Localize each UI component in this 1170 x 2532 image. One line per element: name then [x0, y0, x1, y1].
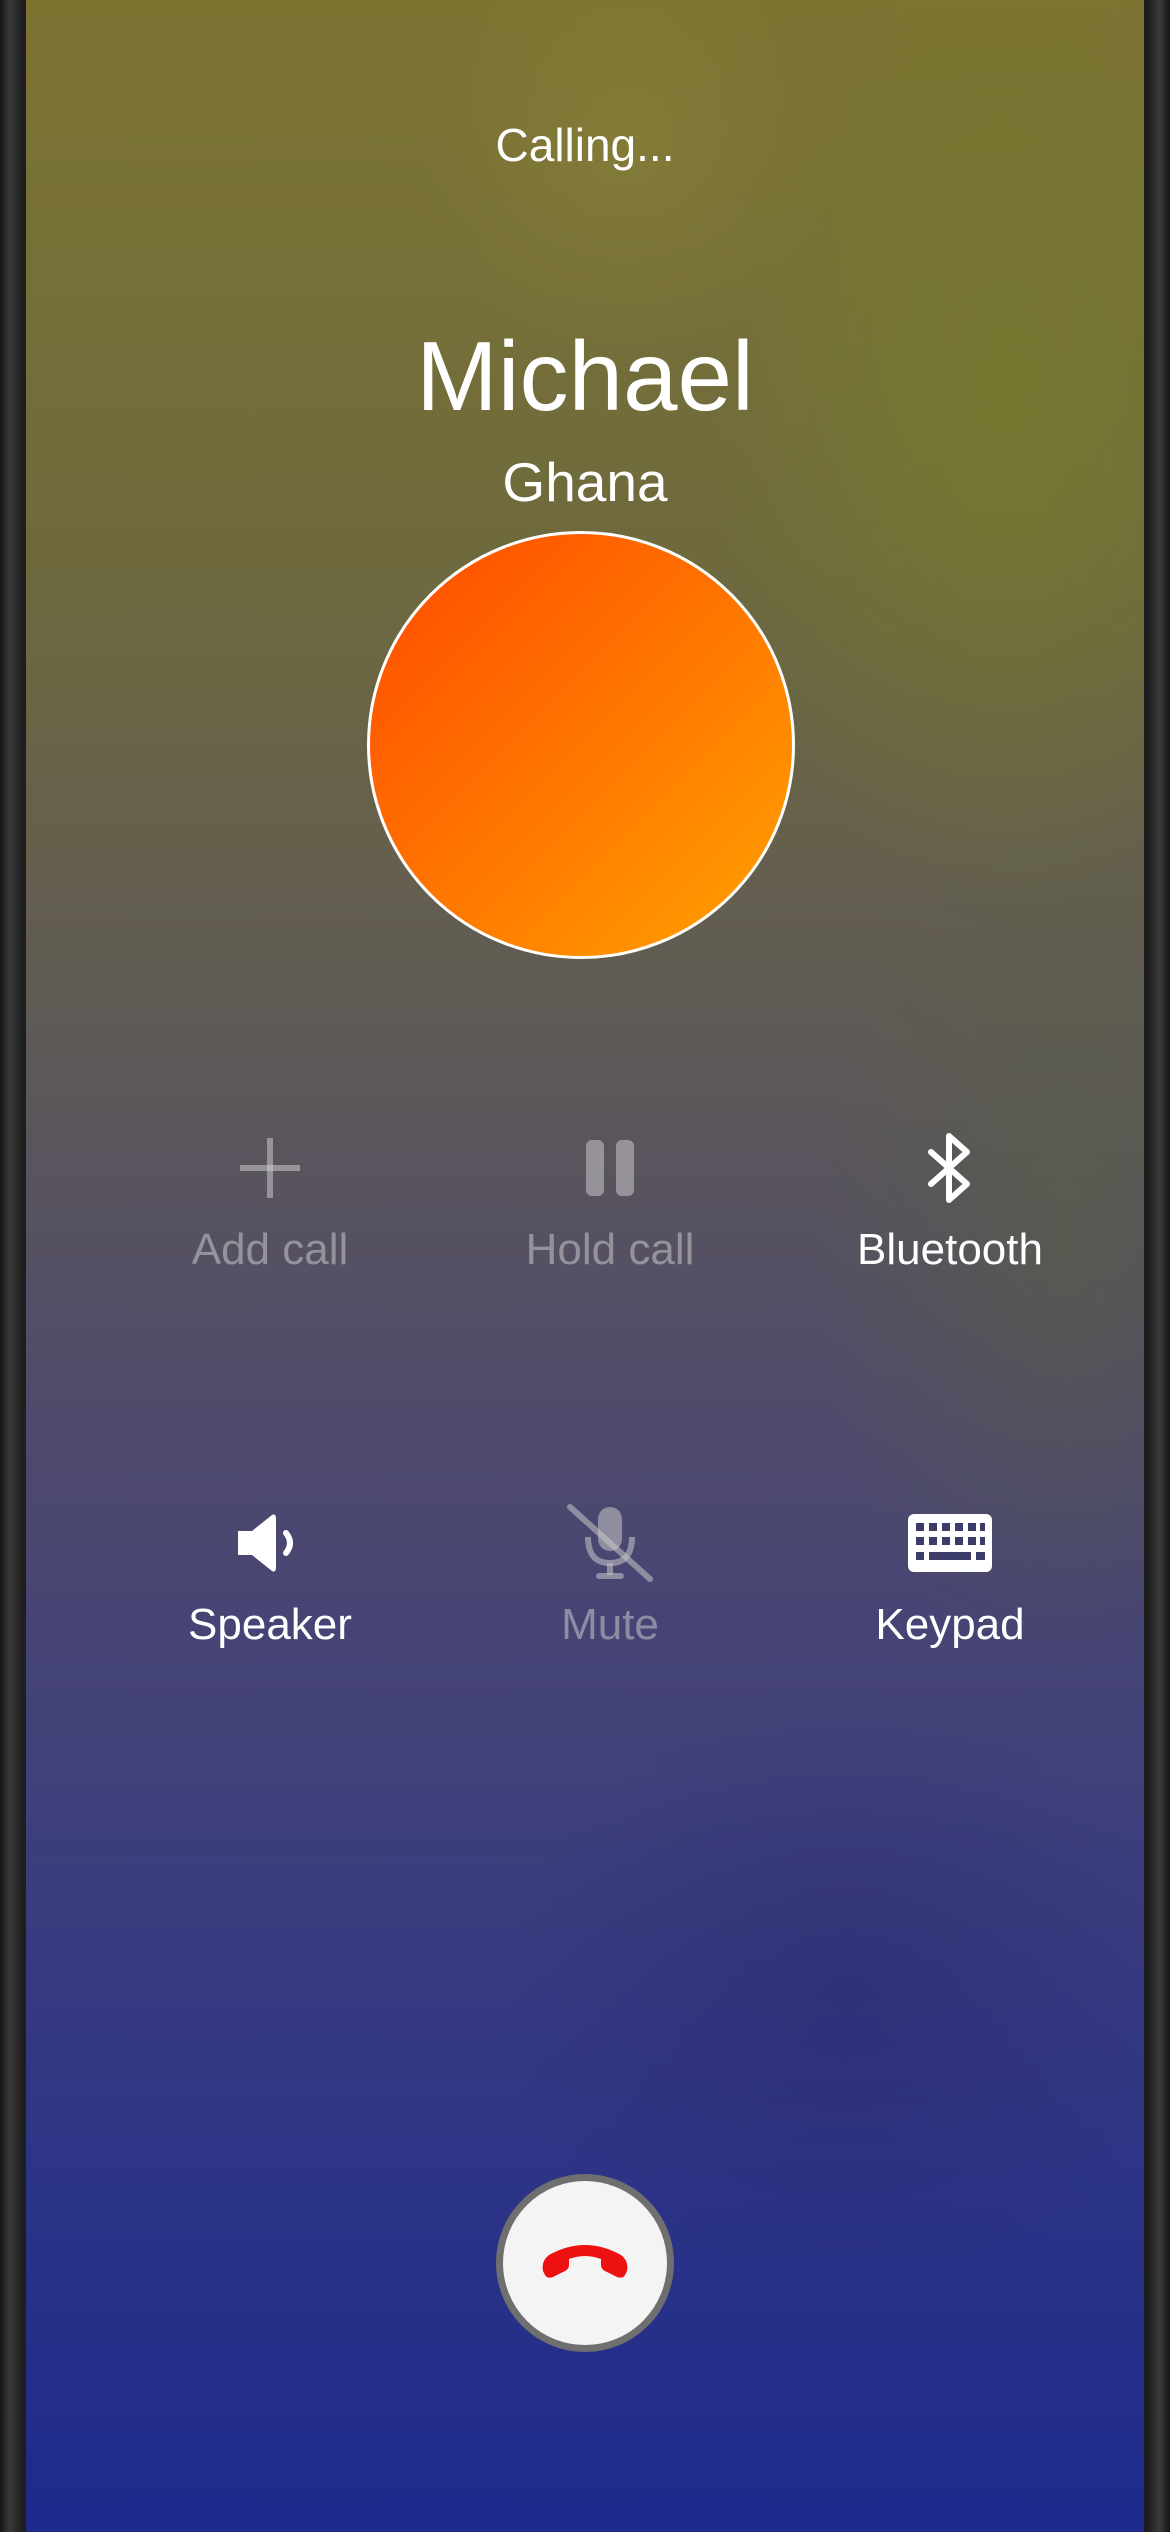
call-status: Calling...: [495, 119, 675, 171]
call-screen: Calling... Michael Ghana Add call Hold c…: [26, 0, 1144, 2532]
microphone-muted-icon: [440, 1498, 780, 1588]
speaker-button[interactable]: Speaker: [100, 1498, 440, 1650]
bluetooth-icon: [780, 1123, 1120, 1213]
hold-call-label: Hold call: [525, 1225, 695, 1274]
mute-label: Mute: [561, 1600, 659, 1649]
contact-avatar: [367, 531, 795, 959]
bluetooth-button[interactable]: Bluetooth: [780, 1123, 1120, 1275]
keypad-label: Keypad: [875, 1600, 1025, 1649]
pause-icon: [440, 1123, 780, 1213]
speaker-label: Speaker: [188, 1600, 352, 1649]
keyboard-icon: [780, 1498, 1120, 1588]
bluetooth-label: Bluetooth: [857, 1225, 1043, 1274]
add-call-label: Add call: [191, 1225, 349, 1274]
keypad-button[interactable]: Keypad: [780, 1498, 1120, 1650]
add-call-button[interactable]: Add call: [100, 1123, 440, 1275]
mute-button[interactable]: Mute: [440, 1498, 780, 1650]
plus-icon: [100, 1123, 440, 1213]
contact-name: Michael: [416, 321, 754, 431]
speaker-icon: [100, 1498, 440, 1588]
hold-call-button[interactable]: Hold call: [440, 1123, 780, 1275]
phone-frame: Calling... Michael Ghana Add call Hold c…: [0, 0, 1170, 2532]
contact-location: Ghana: [502, 451, 668, 513]
phone-hangup-icon: [537, 2241, 633, 2286]
end-call-button[interactable]: [496, 2174, 674, 2352]
